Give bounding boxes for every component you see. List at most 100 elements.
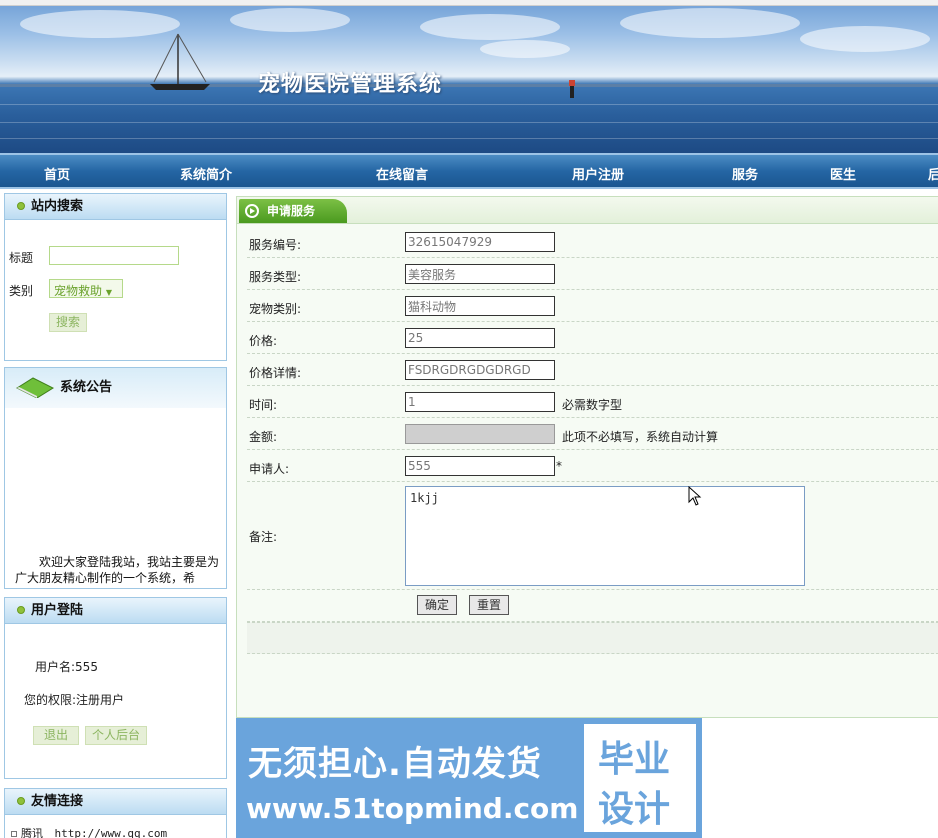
apply-service-panel: 申请服务 服务编号: 服务类型: 宠物类别: 价格: 价格详情: 时间: 必需数… bbox=[236, 196, 938, 718]
horizon bbox=[0, 84, 938, 87]
time-label: 时间: bbox=[249, 398, 278, 412]
bullet-icon bbox=[17, 797, 25, 805]
search-category-select[interactable]: 宠物救助 ▼ bbox=[49, 279, 123, 298]
watermark-box-line2: 设计 bbox=[598, 789, 671, 830]
header-banner: 宠物医院管理系统 bbox=[0, 0, 938, 153]
confirm-button[interactable]: 确定 bbox=[417, 595, 457, 615]
book-icon bbox=[15, 377, 55, 398]
link-url: http://www.qq.com bbox=[54, 827, 168, 838]
links-panel-header: 友情连接 bbox=[5, 789, 226, 815]
search-panel-header: 站内搜索 bbox=[5, 194, 226, 220]
pet-type-input[interactable] bbox=[405, 296, 555, 316]
row-price-detail: 价格详情: bbox=[247, 354, 938, 386]
price-input[interactable] bbox=[405, 328, 555, 348]
nav-doctor[interactable]: 医生 bbox=[830, 164, 856, 183]
price-detail-label: 价格详情: bbox=[249, 366, 302, 380]
amount-input bbox=[405, 424, 555, 444]
row-time: 时间: 必需数字型 bbox=[247, 386, 938, 418]
apply-service-title: 申请服务 bbox=[267, 204, 316, 218]
cloud bbox=[480, 40, 570, 58]
login-panel: 用户登陆 用户名:555 您的权限:注册用户 退出 个人后台 bbox=[4, 597, 227, 779]
personal-backend-button[interactable]: 个人后台 bbox=[85, 726, 147, 745]
wave bbox=[0, 104, 938, 105]
watermark-logo: 毕业 设计 bbox=[582, 722, 698, 834]
top-line bbox=[0, 0, 938, 6]
buoy-icon bbox=[569, 80, 575, 98]
cloud bbox=[230, 8, 350, 32]
service-type-input[interactable] bbox=[405, 264, 555, 284]
bullet-square-icon bbox=[11, 831, 17, 837]
row-buttons: 确定 重置 bbox=[247, 590, 938, 622]
apply-service-tab: 申请服务 bbox=[239, 199, 347, 223]
nav-register[interactable]: 用户注册 bbox=[572, 164, 624, 183]
login-panel-header: 用户登陆 bbox=[5, 598, 226, 624]
applicant-input[interactable] bbox=[405, 456, 555, 476]
applicant-label: 申请人: bbox=[249, 462, 290, 476]
row-pet-type: 宠物类别: bbox=[247, 290, 938, 322]
logout-button[interactable]: 退出 bbox=[33, 726, 79, 745]
main-nav: 首页 系统简介 在线留言 用户注册 服务 医生 后 bbox=[0, 153, 938, 189]
login-panel-title: 用户登陆 bbox=[31, 603, 84, 618]
nav-backend[interactable]: 后 bbox=[928, 164, 938, 183]
watermark-line1: 无须担心.自动发货 bbox=[248, 744, 542, 784]
row-price: 价格: bbox=[247, 322, 938, 354]
notice-header: 系统公告 bbox=[5, 368, 226, 408]
play-icon bbox=[245, 204, 259, 218]
nav-message[interactable]: 在线留言 bbox=[376, 164, 428, 183]
remarks-textarea[interactable]: 1kjj bbox=[405, 486, 805, 586]
row-remarks: 备注: 1kjj bbox=[247, 482, 938, 590]
search-category-value: 宠物救助 bbox=[54, 284, 103, 298]
amount-label: 金额: bbox=[249, 430, 278, 444]
search-category-label: 类别 bbox=[9, 284, 34, 298]
cloud bbox=[800, 26, 930, 52]
remarks-label: 备注: bbox=[249, 530, 278, 544]
search-panel-title: 站内搜索 bbox=[31, 199, 84, 214]
search-button[interactable]: 搜索 bbox=[49, 313, 87, 332]
search-title-label: 标题 bbox=[9, 251, 34, 265]
service-type-label: 服务类型: bbox=[249, 270, 302, 284]
bullet-icon bbox=[17, 606, 25, 614]
row-amount: 金额: 此项不必填写，系统自动计算 bbox=[247, 418, 938, 450]
page: 宠物医院管理系统 首页 系统简介 在线留言 用户注册 服务 医生 后 站内搜索 … bbox=[0, 0, 938, 838]
watermark-line2: www.51topmind.com bbox=[246, 792, 579, 825]
service-no-label: 服务编号: bbox=[249, 238, 302, 252]
wave bbox=[0, 138, 938, 139]
required-mark: * bbox=[556, 459, 562, 473]
pet-type-label: 宠物类别: bbox=[249, 302, 302, 316]
apply-service-header: 申请服务 bbox=[237, 197, 938, 224]
price-label: 价格: bbox=[249, 334, 278, 348]
permission-text: 您的权限:注册用户 bbox=[24, 693, 125, 707]
search-panel: 站内搜索 标题 类别 宠物救助 ▼ 搜索 bbox=[4, 193, 227, 361]
chevron-down-icon: ▼ bbox=[105, 288, 112, 297]
notice-text: 欢迎大家登陆我站，我站主要是为广大朋友精心制作的一个系统，希 bbox=[15, 555, 220, 585]
nav-intro[interactable]: 系统简介 bbox=[180, 164, 232, 183]
site-title: 宠物医院管理系统 bbox=[258, 71, 443, 97]
username-text: 用户名:555 bbox=[35, 660, 98, 674]
links-panel: 友情连接 腾讯 http://www.qq.com bbox=[4, 788, 227, 838]
link-name: 腾讯 bbox=[21, 827, 43, 838]
bullet-icon bbox=[17, 202, 25, 210]
wave bbox=[0, 122, 938, 123]
row-applicant: 申请人: * bbox=[247, 450, 938, 482]
row-service-no: 服务编号: bbox=[247, 226, 938, 258]
time-hint: 必需数字型 bbox=[562, 398, 623, 412]
nav-service[interactable]: 服务 bbox=[732, 164, 758, 183]
cloud bbox=[620, 8, 800, 38]
watermark-box-line1: 毕业 bbox=[598, 739, 671, 780]
link-item[interactable]: 腾讯 http://www.qq.com bbox=[11, 825, 167, 838]
sailboat-icon bbox=[150, 33, 210, 90]
notice-panel: 系统公告 欢迎大家登陆我站，我站主要是为广大朋友精心制作的一个系统，希 bbox=[4, 367, 227, 589]
time-input[interactable] bbox=[405, 392, 555, 412]
cloud bbox=[420, 14, 560, 40]
watermark-banner: 无须担心.自动发货 www.51topmind.com 毕业 设计 bbox=[236, 718, 702, 838]
amount-hint: 此项不必填写，系统自动计算 bbox=[562, 430, 719, 444]
row-footer bbox=[247, 622, 938, 654]
notice-title: 系统公告 bbox=[60, 380, 113, 395]
service-no-input[interactable] bbox=[405, 232, 555, 252]
links-panel-title: 友情连接 bbox=[31, 794, 84, 809]
row-service-type: 服务类型: bbox=[247, 258, 938, 290]
reset-button[interactable]: 重置 bbox=[469, 595, 509, 615]
nav-home[interactable]: 首页 bbox=[44, 164, 70, 183]
search-title-input[interactable] bbox=[49, 246, 179, 265]
price-detail-input[interactable] bbox=[405, 360, 555, 380]
